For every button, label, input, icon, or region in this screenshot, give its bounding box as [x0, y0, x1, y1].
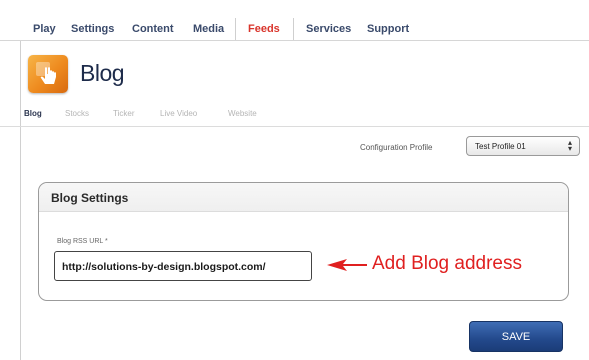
up-down-arrows-icon: ▴ ▾ — [567, 138, 572, 153]
subtab-bar: Blog Stocks Ticker Live Video Website — [0, 104, 589, 128]
subtab-ticker[interactable]: Ticker — [113, 109, 134, 118]
subtab-website[interactable]: Website — [228, 109, 257, 118]
subtab-live-video[interactable]: Live Video — [160, 109, 197, 118]
tab-content[interactable]: Content — [132, 23, 174, 35]
subtab-blog[interactable]: Blog — [24, 109, 42, 118]
rss-url-label: Blog RSS URL * — [57, 238, 108, 245]
top-navigation: Play Settings Content Media Feeds Servic… — [0, 0, 589, 40]
tab-divider — [235, 18, 236, 40]
annotation-text: Add Blog address — [372, 253, 522, 274]
subtab-divider — [0, 126, 589, 127]
tab-services[interactable]: Services — [306, 23, 351, 35]
tab-divider — [293, 18, 294, 40]
config-profile-value: Test Profile 01 — [475, 142, 526, 151]
tab-support[interactable]: Support — [367, 23, 409, 35]
save-button[interactable]: SAVE — [469, 321, 563, 352]
rss-url-value: http://solutions-by-design.blogspot.com/ — [62, 261, 266, 273]
red-arrow-icon — [327, 259, 367, 271]
page-title: Blog — [80, 60, 125, 86]
panel-header: Blog Settings — [39, 183, 568, 212]
rss-url-input[interactable]: http://solutions-by-design.blogspot.com/ — [54, 251, 312, 281]
tab-media[interactable]: Media — [193, 23, 224, 35]
panel-title: Blog Settings — [51, 191, 129, 205]
blog-settings-panel: Blog Settings — [38, 182, 569, 301]
tab-play[interactable]: Play — [33, 23, 56, 35]
tab-settings[interactable]: Settings — [71, 23, 114, 35]
config-profile-label: Configuration Profile — [360, 143, 433, 152]
subtab-stocks[interactable]: Stocks — [65, 109, 89, 118]
hand-pointer-icon — [28, 55, 68, 93]
tab-feeds[interactable]: Feeds — [248, 23, 280, 35]
config-profile-select[interactable]: Test Profile 01 ▴ ▾ — [466, 136, 580, 156]
